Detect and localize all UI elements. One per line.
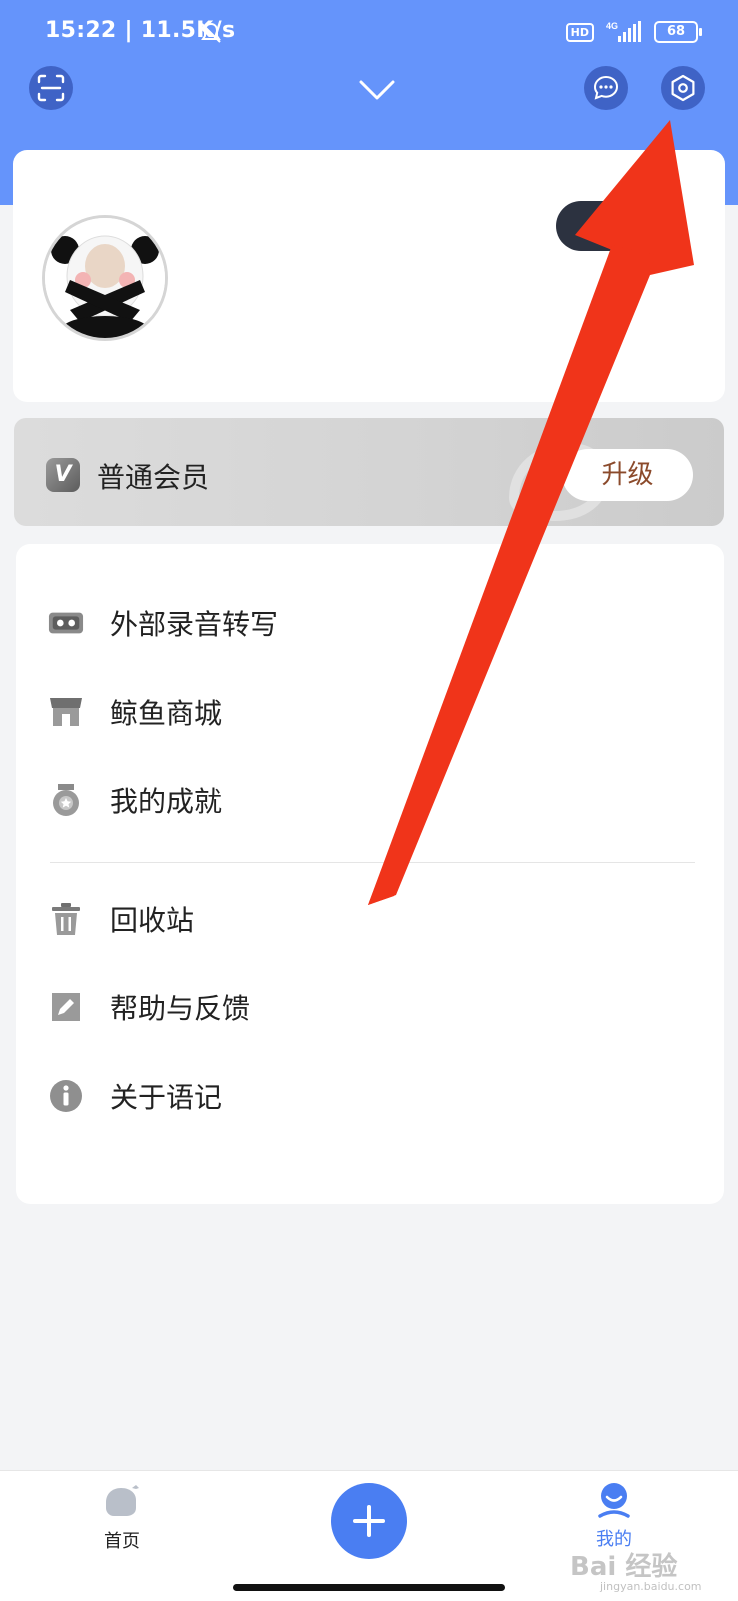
menu-item-help-feedback[interactable]: 帮助与反馈: [16, 972, 724, 1042]
messages-button[interactable]: [584, 66, 628, 110]
info-icon: [48, 1078, 84, 1114]
menu-item-label: 外部录音转写: [110, 608, 279, 641]
user-smile-icon: [598, 1483, 630, 1518]
status-bar: 15:22 | 11.5K/s HD 4G 68: [0, 0, 738, 66]
chat-bubble-icon: [593, 75, 619, 100]
avatar[interactable]: [42, 215, 168, 341]
status-icons: HD 4G 68: [565, 20, 702, 44]
profile-action-pill[interactable]: [556, 201, 666, 251]
menu-item-label: 鲸鱼商城: [110, 697, 223, 730]
plus-icon: [353, 1505, 385, 1537]
hd-badge: HD: [565, 22, 594, 42]
edit-icon: [48, 989, 84, 1025]
store-icon: [48, 694, 84, 730]
menu-item-label: 我的成就: [110, 785, 223, 818]
recorder-icon: [48, 605, 84, 641]
home-indicator: [233, 1584, 505, 1591]
menu-divider: [50, 862, 695, 863]
chevron-down-icon[interactable]: [358, 78, 396, 102]
tab-me[interactable]: 我的: [584, 1482, 644, 1551]
upgrade-button[interactable]: 升级: [562, 449, 693, 501]
menu-item-external-transcription[interactable]: 外部录音转写: [16, 588, 724, 658]
scan-icon: [37, 74, 65, 102]
tab-home-label: 首页: [104, 1531, 140, 1552]
menu-item-label: 帮助与反馈: [110, 992, 251, 1025]
menu-item-about[interactable]: 关于语记: [16, 1061, 724, 1131]
menu-item-achievements[interactable]: 我的成就: [16, 765, 724, 835]
bell-muted-icon: [201, 22, 221, 43]
svg-text:4G: 4G: [606, 21, 618, 31]
menu-item-whale-store[interactable]: 鲸鱼商城: [16, 677, 724, 747]
trash-icon: [48, 901, 84, 937]
add-button[interactable]: [331, 1483, 407, 1559]
scan-button[interactable]: [29, 66, 73, 110]
medal-icon: [48, 782, 84, 818]
watermark-url: jingyan.baidu.com: [600, 1580, 702, 1593]
menu-item-recycle-bin[interactable]: 回收站: [16, 884, 724, 954]
battery-indicator: 68: [654, 21, 702, 43]
watermark: Bai 经验: [570, 1552, 678, 1582]
member-v-badge: V: [46, 458, 80, 492]
settings-hexagon-icon: [671, 74, 695, 102]
settings-button[interactable]: [661, 66, 705, 110]
whale-home-icon: [106, 1485, 139, 1516]
menu-item-label: 回收站: [110, 904, 195, 937]
signal-icon: 4G: [606, 21, 641, 42]
member-level-label: 普通会员: [97, 461, 210, 494]
menu-item-label: 关于语记: [110, 1081, 223, 1114]
tab-home[interactable]: 首页: [92, 1484, 152, 1553]
panda-avatar-image: [45, 218, 165, 338]
